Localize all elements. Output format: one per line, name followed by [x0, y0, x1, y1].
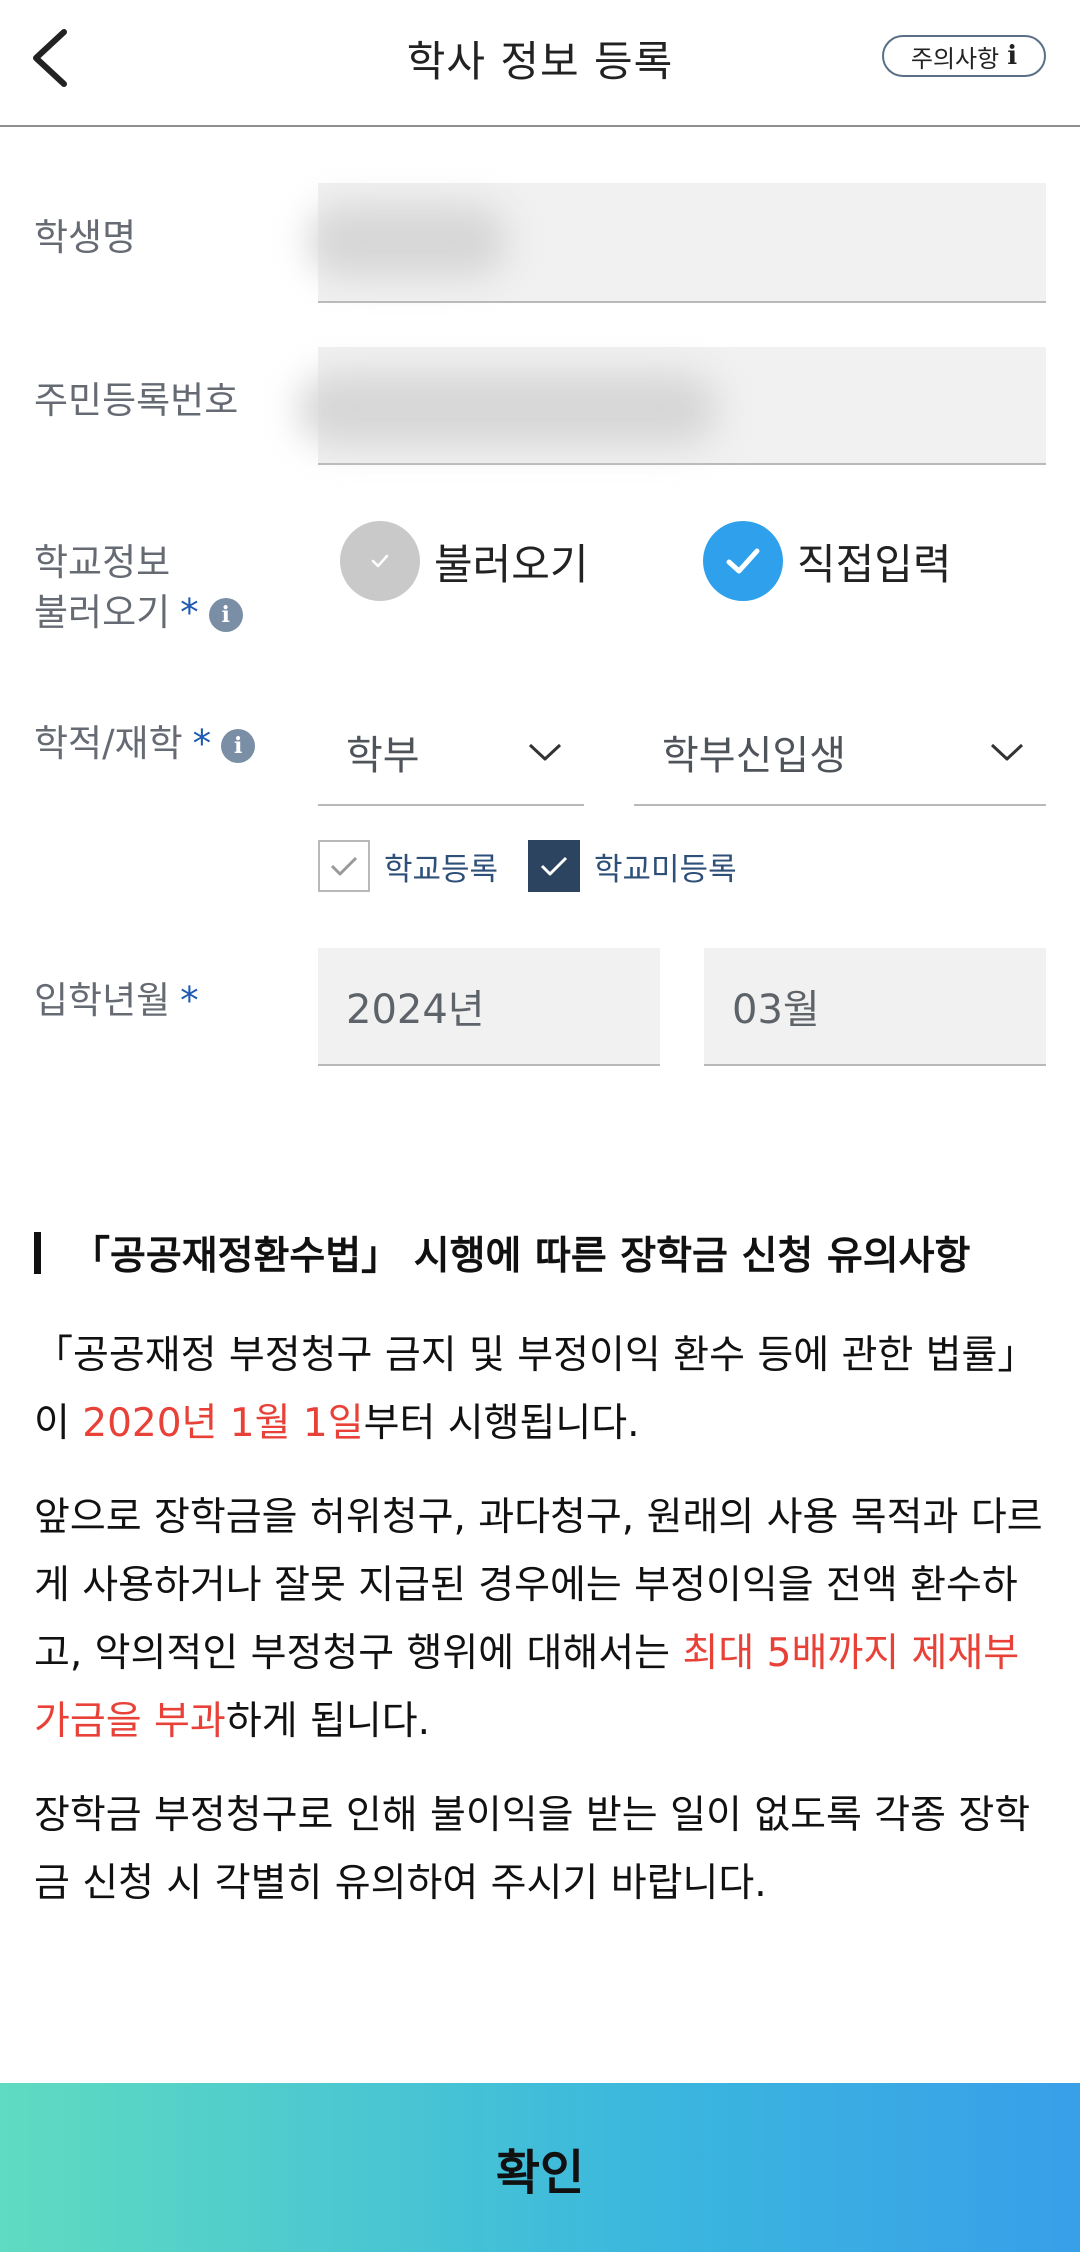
school-info-label-line1: 학교정보	[34, 541, 171, 584]
level-select[interactable]: 학부	[318, 700, 584, 806]
school-info-label-text: 불러오기	[34, 591, 171, 634]
notice-paragraph-2: 앞으로 장학금을 허위청구, 과다청구, 원래의 사용 목적과 다르게 사용하거…	[34, 1484, 1044, 1756]
confirm-button[interactable]: 확인	[0, 2083, 1080, 2252]
radio-load-label: 불러오기	[434, 539, 589, 589]
notice-title: 「공공재정환수법」 시행에 따른 장학금 신청 유의사항	[34, 1225, 970, 1281]
radio-unchecked-icon	[340, 521, 420, 601]
required-mark: *	[180, 591, 199, 634]
academic-info-page: 학사 정보 등록 주의사항 i 학생명 주민등록번호 학교정보 불러오기 * i 불…	[0, 0, 1080, 2252]
info-icon[interactable]: i	[208, 597, 243, 632]
notice-paragraph-1: 「공공재정 부정청구 금지 및 부정이익 환수 등에 관한 법률」이 2020년…	[34, 1322, 1044, 1458]
confirm-button-label: 확인	[495, 2144, 585, 2201]
radio-checked-icon	[703, 521, 783, 601]
title-bar-divider	[34, 1232, 41, 1274]
radio-load[interactable]: 불러오기	[340, 521, 589, 601]
admission-date-label-text: 입학년월	[34, 979, 171, 1022]
checkbox-checked-icon	[528, 840, 580, 892]
header: 학사 정보 등록 주의사항 i	[0, 0, 1080, 127]
masked-value	[308, 205, 508, 277]
resident-number-field[interactable]	[298, 347, 1046, 465]
school-info-label: 학교정보 불러오기 * i	[34, 538, 243, 638]
checkbox-school-registered[interactable]: 학교등록	[318, 840, 498, 892]
admission-month-value: 03월	[732, 987, 820, 1033]
academic-status-label-text: 학적/재학	[34, 722, 183, 765]
resident-number-label: 주민등록번호	[34, 379, 239, 422]
checkbox-school-unregistered[interactable]: 학교미등록	[528, 840, 737, 892]
radio-direct-input[interactable]: 직접입력	[703, 521, 952, 601]
checkbox-school-registered-label: 학교등록	[384, 851, 499, 888]
admission-date-label: 입학년월 *	[34, 976, 199, 1026]
notice-button-label: 주의사항	[910, 44, 1000, 73]
required-mark: *	[192, 722, 212, 765]
required-mark: *	[180, 979, 199, 1022]
status-select-value: 학부신입생	[662, 733, 846, 779]
admission-year-value: 2024년	[346, 987, 485, 1033]
school-info-label-line2: 불러오기 * i	[34, 588, 243, 638]
info-icon[interactable]: i	[221, 728, 256, 763]
status-select[interactable]: 학부신입생	[634, 700, 1046, 806]
notice-title-text: 「공공재정환수법」 시행에 따른 장학금 신청 유의사항	[71, 1234, 971, 1279]
admission-year-field[interactable]: 2024년	[318, 948, 660, 1066]
checkbox-unchecked-icon	[318, 840, 370, 892]
admission-month-field[interactable]: 03월	[704, 948, 1046, 1066]
checkbox-school-unregistered-label: 학교미등록	[594, 851, 737, 888]
notice-button[interactable]: 주의사항 i	[882, 35, 1046, 77]
level-select-value: 학부	[346, 733, 420, 779]
notice-paragraph-3: 장학금 부정청구로 인해 불이익을 받는 일이 없도록 각종 장학금 신청 시 …	[34, 1793, 1031, 1906]
chevron-down-icon	[990, 743, 1024, 761]
student-name-field[interactable]	[308, 183, 1046, 303]
info-icon: i	[1007, 41, 1018, 71]
radio-direct-input-label: 직접입력	[797, 539, 952, 589]
notice-p2-text-b: 하게 됩니다.	[225, 1699, 431, 1744]
masked-value	[298, 373, 718, 445]
academic-status-label: 학적/재학 * i	[34, 719, 256, 769]
chevron-down-icon	[528, 743, 562, 761]
student-name-label: 학생명	[34, 216, 137, 259]
notice-p1-highlight: 2020년 1월 1일	[82, 1401, 364, 1446]
notice-p1-text-b: 부터 시행됩니다.	[363, 1401, 640, 1446]
